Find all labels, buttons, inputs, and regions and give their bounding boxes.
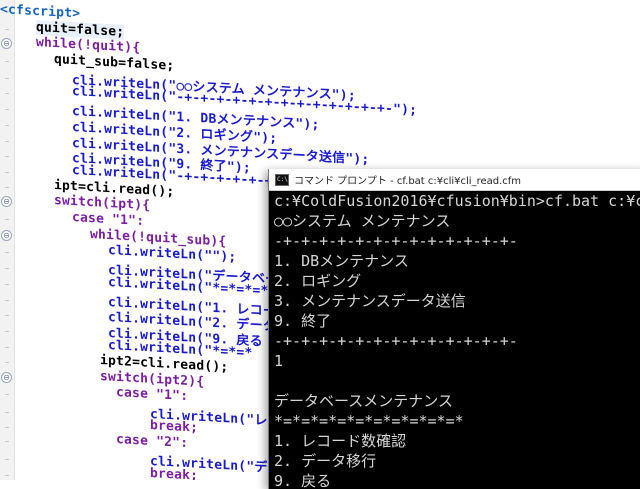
console-line: 3. メンテナンスデータ送信 (274, 292, 466, 310)
code-line[interactable]: <cfscript> (0, 2, 80, 21)
console-line: データベースメンテナンス (274, 392, 453, 410)
code-line[interactable]: case "1": (72, 210, 144, 229)
console-line: -+-+-+-+-+-+-+-+-+-+-+-+-+- (274, 332, 518, 350)
console-icon (275, 173, 289, 186)
code-line[interactable]: case "2": (116, 432, 188, 451)
console-line: 2. データ移行 (274, 452, 377, 470)
code-line[interactable]: case "1": (116, 385, 188, 404)
code-line[interactable]: break; (150, 466, 198, 480)
console-line: 1. レコード数確認 (274, 432, 407, 450)
console-line: -+-+-+-+-+-+-+-+-+-+-+-+-+- (274, 232, 518, 250)
console-line: 9. 戻る (274, 472, 332, 489)
console-line: ○○システム メンテナンス (274, 212, 451, 230)
console-line: 9. 終了 (274, 312, 332, 330)
command-prompt-titlebar[interactable]: コマンド プロンプト - cf.bat c:¥cli¥cli_read.cfm (269, 169, 640, 191)
console-line: 1. DBメンテナンス (274, 252, 409, 270)
console-line: *=*=*=*=*=*=*=*=*=*=* (274, 412, 464, 430)
command-prompt-title: コマンド プロンプト - cf.bat c:¥cli¥cli_read.cfm (294, 176, 522, 187)
console-line: c:¥ColdFusion2016¥cfusion¥bin>cf.bat c:¥… (274, 192, 640, 210)
console-line: 2. ロギング (274, 272, 362, 290)
console-output[interactable]: c:¥ColdFusion2016¥cfusion¥bin>cf.bat c:¥… (274, 191, 640, 489)
command-prompt-window[interactable]: コマンド プロンプト - cf.bat c:¥cli¥cli_read.cfm … (268, 169, 640, 489)
console-line: 1 (274, 352, 284, 370)
